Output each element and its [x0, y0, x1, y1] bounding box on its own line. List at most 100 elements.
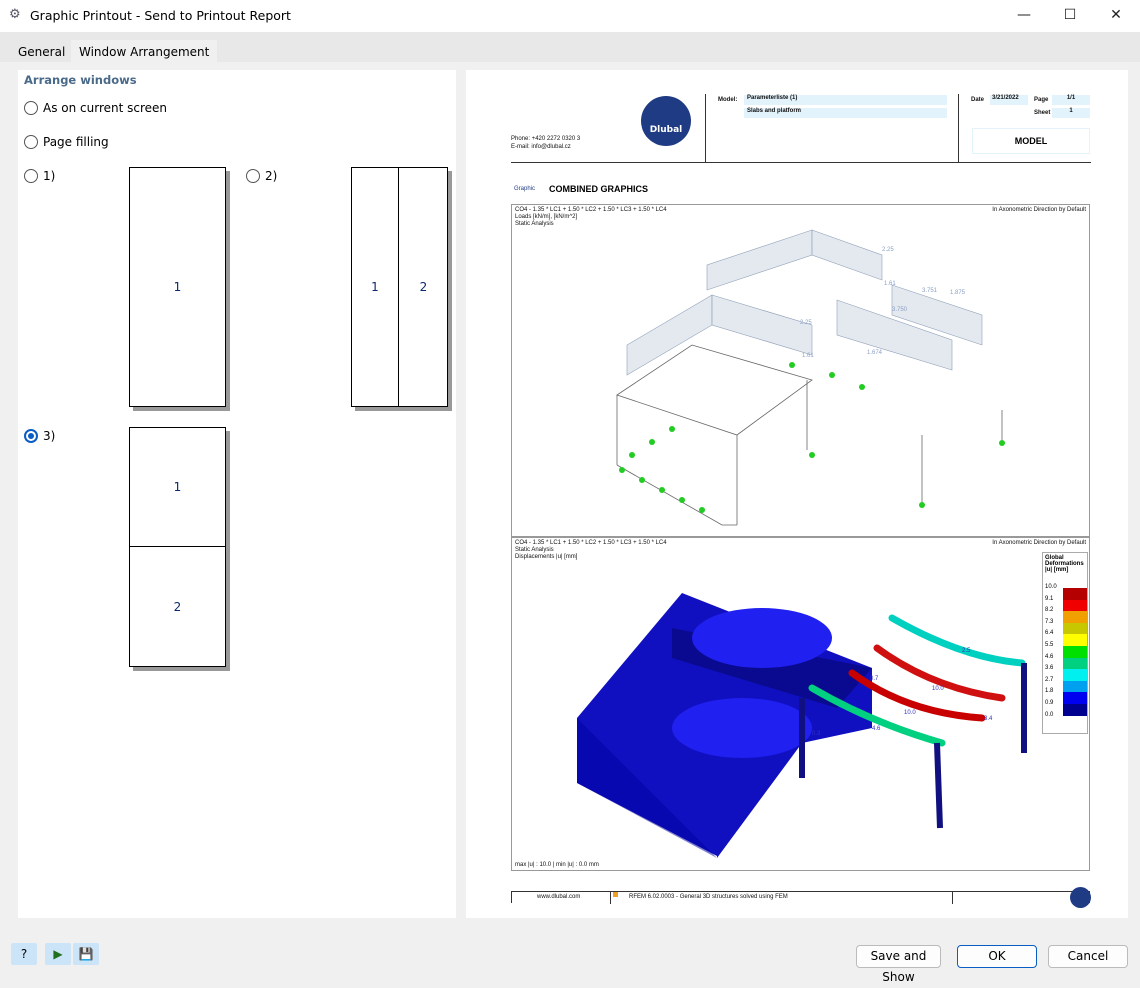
dlubal-footer-logo — [1070, 887, 1091, 908]
loads-model-drawing — [616, 229, 1005, 526]
load-value: 3.750 — [892, 307, 908, 313]
result-value: 3.4 — [984, 716, 993, 722]
page-label: Page — [1034, 97, 1049, 103]
tab-window-arrangement[interactable]: Window Arrangement — [71, 40, 218, 62]
option-label: 2) — [265, 169, 278, 183]
deformation-model-drawing — [577, 593, 1027, 858]
cell: 1 — [130, 428, 225, 547]
legend-value: 0.9 — [1045, 699, 1054, 706]
email: E-mail: info@dlubal.cz — [511, 144, 571, 150]
radio-current-screen[interactable] — [24, 101, 38, 115]
model-label: Model: — [718, 97, 738, 103]
legend-value: 5.5 — [1045, 641, 1054, 648]
sheet-label: Sheet — [1034, 110, 1051, 116]
graphic-title: COMBINED GRAPHICS — [549, 184, 649, 194]
legend-color-swatch — [1063, 599, 1087, 612]
page-number: 1/1 — [1052, 95, 1090, 105]
cell: 2 — [173, 599, 182, 614]
result-value: 2.5 — [962, 648, 971, 654]
dlubal-logo: Dlubal — [641, 96, 691, 146]
layout-1-thumbnail[interactable]: 1 — [129, 167, 226, 407]
cancel-button[interactable]: Cancel — [1048, 945, 1128, 968]
website: www.dlubal.com — [537, 894, 581, 900]
legend-color-swatch — [1063, 703, 1087, 716]
date: 3/21/2022 — [990, 95, 1028, 105]
maximize-button[interactable]: ☐ — [1047, 0, 1093, 32]
result-value: 0.3 — [812, 731, 821, 737]
arrange-heading: Arrange windows — [24, 73, 137, 87]
legend-color-swatch — [1063, 692, 1087, 704]
save-and-show-button[interactable]: Save and Show — [856, 945, 941, 984]
legend-color-swatch — [1063, 611, 1087, 623]
load-value: 3.751 — [922, 288, 938, 294]
arrange-panel: Arrange windows As on current screen Pag… — [18, 70, 456, 918]
section-title: MODEL — [972, 128, 1090, 154]
load-value: 1.875 — [950, 290, 966, 296]
option-label: Page filling — [43, 135, 109, 149]
cell: 2 — [419, 280, 428, 294]
legend-value: 9.1 — [1045, 595, 1054, 602]
printout-icon: ⚙ — [9, 7, 21, 22]
option-label: As on current screen — [43, 101, 168, 115]
cell: 1 — [352, 168, 399, 406]
result-value: 0.7 — [870, 676, 879, 682]
legend-value: 7.3 — [1045, 618, 1054, 625]
sheet-number: 1 — [1052, 108, 1090, 118]
load-value: 1.674 — [867, 350, 883, 356]
color-legend: Global Deformations |u| [mm] 10.0 9.1 8.2 7… — [1042, 552, 1088, 734]
layout-2-thumbnail[interactable]: 1 2 — [351, 167, 448, 407]
load-value: 2.25 — [800, 320, 812, 326]
cell: 1 — [173, 280, 182, 294]
model-description: Slabs and platform — [744, 108, 947, 118]
radio-layout-1[interactable] — [24, 169, 38, 183]
legend-value: 2.7 — [1045, 676, 1054, 683]
legend-value: 10.0 — [1045, 584, 1057, 590]
result-value: 4.6 — [872, 726, 881, 732]
result-value: 10.0 — [932, 686, 944, 692]
window-title: Graphic Printout - Send to Printout Repo… — [30, 8, 291, 23]
print-preview: Phone: +420 2272 0320 3 E-mail: info@dlu… — [466, 70, 1128, 918]
page-footer: www.dlubal.com RFEM 6.02.0003 - General … — [511, 891, 1090, 904]
layout-3-thumbnail[interactable]: 1 2 — [129, 427, 226, 667]
radio-layout-2[interactable] — [246, 169, 260, 183]
legend-color-swatch — [1063, 622, 1087, 635]
option-label: 3) — [43, 429, 56, 443]
graphic-label: Graphic — [514, 186, 536, 192]
title-bar: ⚙ Graphic Printout - Send to Printout Re… — [0, 0, 1140, 32]
close-button[interactable]: ✕ — [1093, 0, 1139, 32]
legend-value: 6.4 — [1045, 630, 1054, 637]
legend-value: 4.6 — [1045, 653, 1054, 660]
logo-text: Dlubal — [649, 125, 683, 135]
legend-value: 1.8 — [1045, 688, 1054, 695]
legend-value: 0.0 — [1045, 711, 1054, 718]
ok-button[interactable]: OK — [957, 945, 1037, 968]
radio-page-filling[interactable] — [24, 135, 38, 149]
load-value: 2.25 — [882, 247, 894, 253]
help-icon[interactable]: ? — [11, 943, 37, 965]
graphic-deformations: CO4 - 1.35 * LC1 + 1.50 * LC2 + 1.50 * L… — [511, 537, 1090, 871]
radio-layout-3[interactable] — [24, 429, 38, 443]
legend-color-swatch — [1063, 645, 1087, 658]
software-version: RFEM 6.02.0003 - General 3D structures s… — [629, 894, 788, 900]
legend-title: |u| [mm] — [1045, 567, 1069, 573]
legend-color-swatch — [1063, 588, 1087, 600]
legend-color-swatch — [1063, 634, 1087, 646]
phone: Phone: +420 2272 0320 3 — [511, 136, 581, 142]
tab-bar: General Window Arrangement — [0, 32, 1140, 62]
send-graphic-icon[interactable]: ▶ — [45, 943, 71, 965]
legend-value: 3.6 — [1045, 665, 1054, 672]
legend-color-swatch — [1063, 657, 1087, 670]
legend-value: 8.2 — [1045, 607, 1054, 614]
legend-color-swatch — [1063, 680, 1087, 693]
load-value: 1.61 — [802, 353, 814, 359]
save-settings-icon[interactable]: 💾 — [73, 943, 99, 965]
minimize-button[interactable]: — — [1001, 0, 1047, 32]
result-value: 10.0 — [904, 710, 916, 716]
legend-color-swatch — [1063, 669, 1087, 681]
model-name: Parameterliste (1) — [744, 95, 947, 105]
date-label: Date — [971, 97, 985, 103]
tab-general[interactable]: General — [10, 40, 74, 62]
option-label: 1) — [43, 169, 56, 183]
section-text: MODEL — [1014, 136, 1048, 146]
graphic-loads: CO4 - 1.35 * LC1 + 1.50 * LC2 + 1.50 * L… — [511, 204, 1090, 537]
